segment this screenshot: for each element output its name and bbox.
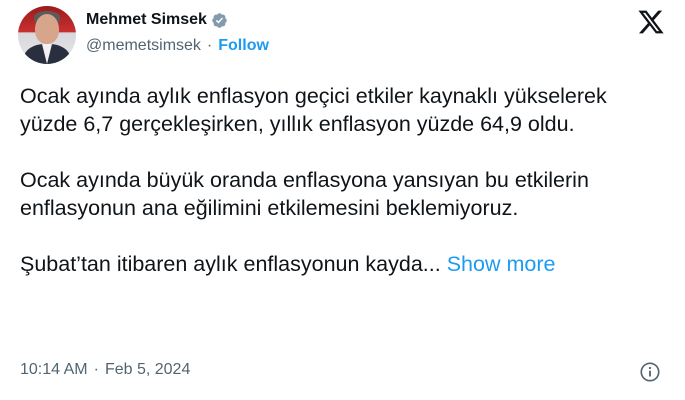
- follow-button[interactable]: Follow: [218, 37, 269, 55]
- author-name-row: Mehmet Simsek: [86, 11, 228, 29]
- verified-badge-icon[interactable]: [211, 12, 228, 29]
- tweet-card: Mehmet Simsek @memetsimsek · Follow Ocak…: [0, 0, 685, 400]
- x-logo-icon[interactable]: [637, 8, 665, 36]
- tweet-paragraph: Ocak ayında büyük oranda enflasyona yans…: [20, 168, 589, 220]
- meta-separator: ·: [93, 361, 99, 378]
- handle-separator: ·: [206, 37, 213, 54]
- author-handle-row: @memetsimsek · Follow: [86, 37, 269, 55]
- truncated-text: Şubat’tan itibaren aylık enflasyonun kay…: [20, 252, 441, 276]
- tweet-date[interactable]: Feb 5, 2024: [105, 361, 190, 379]
- tweet-text: Ocak ayında aylık enflasyon geçici etkil…: [20, 82, 668, 278]
- tweet-time[interactable]: 10:14 AM: [20, 361, 88, 379]
- tweet-paragraph: Ocak ayında aylık enflasyon geçici etkil…: [20, 84, 607, 136]
- tweet-meta: 10:14 AM · Feb 5, 2024: [20, 361, 190, 379]
- info-icon[interactable]: [639, 361, 661, 383]
- author-handle[interactable]: @memetsimsek: [86, 37, 201, 55]
- author-display-name[interactable]: Mehmet Simsek: [86, 11, 207, 29]
- avatar[interactable]: [18, 6, 76, 64]
- tweet-paragraph-truncated: Şubat’tan itibaren aylık enflasyonun kay…: [20, 250, 668, 278]
- show-more-link[interactable]: Show more: [447, 252, 556, 276]
